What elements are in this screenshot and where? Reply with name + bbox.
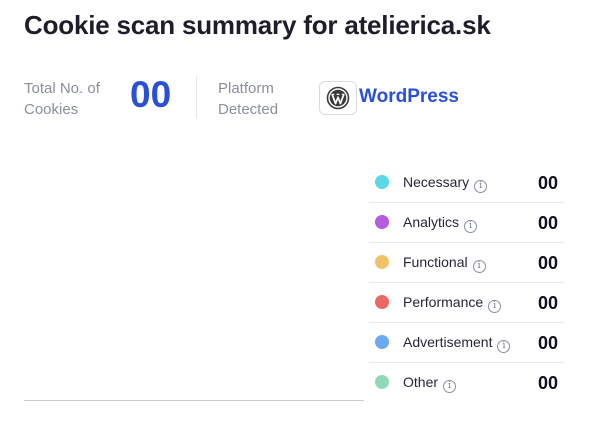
info-icon[interactable]: i (464, 220, 478, 233)
legend-item-performance: Performance i 00 (369, 283, 564, 323)
legend-item-analytics: Analytics i 00 (369, 203, 564, 243)
functional-color-dot (375, 255, 389, 269)
category-label: Performance (403, 294, 484, 310)
analytics-label-wrap: Analytics i (403, 214, 478, 233)
performance-label-wrap: Performance i (403, 294, 502, 313)
category-count: 00 (537, 293, 558, 313)
chart-baseline (24, 400, 364, 401)
cookie-chart-area (24, 168, 364, 394)
wordpress-icon (319, 81, 357, 115)
analytics-color-dot (375, 215, 389, 229)
necessary-color-dot (375, 175, 389, 189)
category-label: Functional (403, 254, 468, 270)
other-color-dot (375, 375, 389, 389)
advertisement-label-wrap: Advertisement i (403, 334, 511, 353)
category-count: 00 (537, 333, 558, 353)
platform-name: WordPress (359, 86, 459, 107)
category-label: Necessary (403, 174, 470, 190)
category-label: Advertisement (403, 334, 493, 350)
category-count: 00 (537, 373, 558, 393)
info-icon[interactable]: i (497, 340, 511, 353)
advertisement-color-dot (375, 335, 389, 349)
category-count: 00 (537, 253, 558, 273)
legend-item-advertisement: Advertisement i 00 (369, 323, 564, 363)
category-label: Other (403, 374, 439, 390)
info-icon[interactable]: i (472, 260, 486, 273)
info-icon[interactable]: i (488, 300, 502, 313)
info-icon[interactable]: i (443, 380, 457, 393)
page-title: Cookie scan summary for atelierica.sk (24, 10, 491, 40)
total-cookies-label: Total No. of Cookies (24, 80, 100, 118)
category-count: 00 (537, 213, 558, 233)
legend-item-other: Other i 00 (369, 363, 564, 402)
stats-divider (196, 76, 197, 118)
other-label-wrap: Other i (403, 374, 457, 393)
total-cookies-value: 00 (130, 74, 172, 115)
info-icon[interactable]: i (474, 180, 488, 193)
legend-item-functional: Functional i 00 (369, 243, 564, 283)
functional-label-wrap: Functional i (403, 254, 486, 273)
scan-stats: Total No. of Cookies 00 Platform Detecte… (24, 74, 584, 118)
category-label: Analytics (403, 214, 460, 230)
category-count: 00 (537, 173, 558, 193)
legend-item-necessary: Necessary i 00 (369, 163, 564, 203)
cookie-category-legend: Necessary i 00 Analytics i 00 Functional i … (369, 163, 564, 402)
necessary-label-wrap: Necessary i (403, 174, 488, 193)
platform-label: Platform Detected (218, 80, 279, 118)
performance-color-dot (375, 295, 389, 309)
